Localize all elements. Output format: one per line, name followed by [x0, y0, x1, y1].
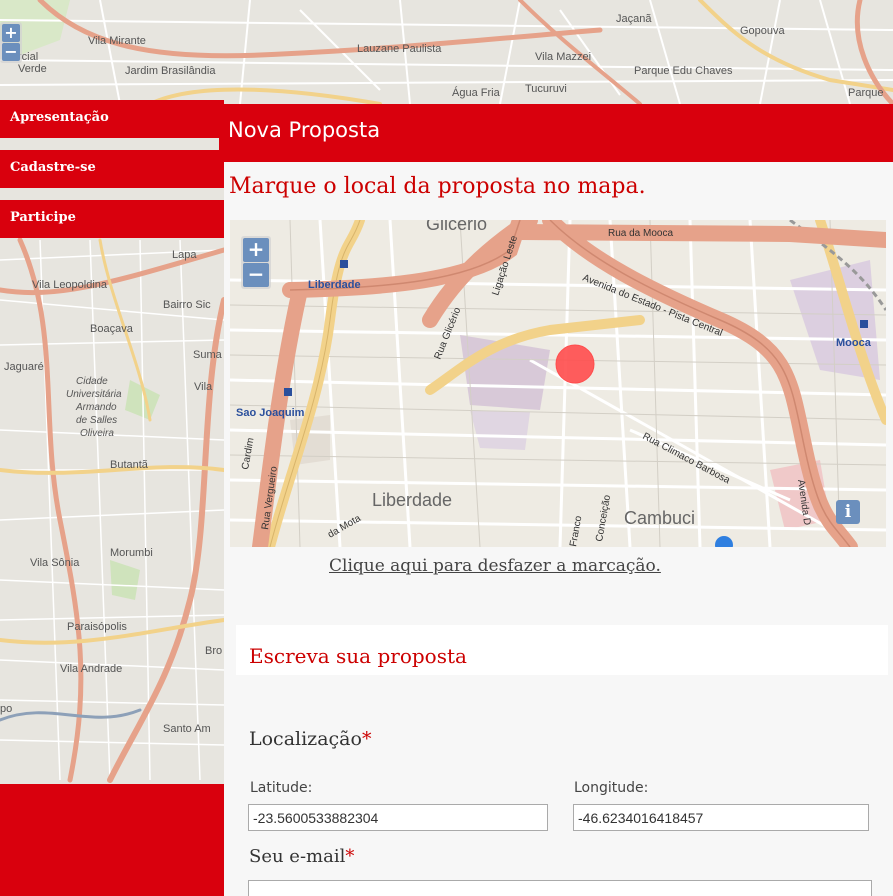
bg-place-label: Tucuruvi: [525, 83, 567, 95]
bg-campus-label: Universitária: [66, 389, 122, 400]
location-label-text: Localização: [249, 728, 362, 750]
bg-place-label: Vila: [194, 381, 213, 393]
map-info-button[interactable]: i: [836, 500, 860, 524]
bg-place-label: Bro: [205, 645, 222, 657]
section-title: Escreva sua proposta: [249, 644, 467, 668]
required-asterisk: *: [345, 846, 355, 867]
nav-item-participe[interactable]: Participe: [0, 200, 224, 238]
bg-campus-label: de Salles: [76, 415, 117, 426]
bg-zoom-out-button[interactable]: −: [2, 43, 20, 61]
zoom-in-button[interactable]: +: [243, 238, 269, 262]
bg-place-label: Lapa: [172, 249, 197, 261]
bg-place-label: Parque: [848, 87, 883, 99]
bg-campus-label: Oliveira: [80, 428, 114, 439]
bg-place-label: Butantã: [110, 459, 149, 471]
bg-place-label: Suma: [193, 349, 223, 361]
latitude-label: Latitude:: [250, 780, 313, 796]
nav-footer-block: [0, 784, 224, 896]
map-station-label: Sao Joaquim: [236, 407, 305, 419]
email-input[interactable]: [248, 880, 872, 896]
nav-item-cadastre-se[interactable]: Cadastre-se: [0, 150, 224, 188]
bg-place-label: Vila Sônia: [30, 557, 80, 569]
map-district-label: Cambuci: [624, 508, 695, 528]
latitude-input[interactable]: [248, 804, 548, 831]
proposal-map-canvas[interactable]: Liberdade Sao Joaquim Mooca Liberdade Ca…: [230, 220, 886, 547]
nav-item-label: Cadastre-se: [10, 160, 96, 175]
map-station-label: Mooca: [836, 337, 872, 349]
bg-campus-label: Armando: [75, 402, 117, 413]
panel-title: Nova Proposta: [228, 118, 381, 142]
email-field-label: Seu e-mail*: [249, 846, 354, 867]
bg-place-label: Vila Leopoldina: [32, 279, 108, 291]
bg-place-label: Jardim Brasilândia: [125, 65, 216, 77]
bg-place-label: Parque Edu Chaves: [634, 65, 733, 77]
panel-header: Nova Proposta: [219, 104, 893, 162]
zoom-out-button[interactable]: −: [243, 263, 269, 287]
nav-item-label: Participe: [10, 210, 76, 225]
map-instruction: Marque o local da proposta no mapa.: [229, 174, 646, 199]
bg-zoom-in-button[interactable]: +: [2, 24, 20, 42]
bg-place-label: Água Fria: [452, 86, 501, 99]
bg-place-label: Santo Am: [163, 723, 211, 735]
bg-place-label: Vila Mazzei: [535, 51, 591, 63]
bg-place-label: Gopouva: [740, 25, 786, 37]
bg-place-label: Morumbi: [110, 547, 153, 559]
email-label-text: Seu e-mail: [249, 846, 346, 867]
location-field-label: Localização*: [249, 728, 371, 750]
map-street-label: Glicerio: [426, 220, 487, 234]
bg-place-label: Jaçanã: [616, 13, 652, 25]
longitude-label: Longitude:: [574, 780, 649, 796]
map-district-label: Liberdade: [372, 490, 452, 510]
proposal-location-map[interactable]: Liberdade Sao Joaquim Mooca Liberdade Ca…: [230, 220, 886, 547]
bg-campus-label: Cidade: [76, 376, 108, 387]
bg-map-zoom-control: + −: [0, 22, 22, 63]
required-asterisk: *: [361, 728, 372, 750]
bg-place-label: Vila Andrade: [60, 663, 122, 675]
map-street-label: Rua da Mooca: [608, 228, 673, 239]
bg-place-label: Boaçava: [90, 323, 134, 335]
bg-place-label: Vila Mirante: [88, 35, 146, 47]
bg-place-label: Jaguaré: [4, 361, 44, 373]
nav-item-label: Apresentação: [10, 110, 109, 125]
bg-place-label: Bairro Sic: [163, 299, 211, 311]
undo-marker-link[interactable]: Clique aqui para desfazer a marcação.: [329, 556, 661, 576]
bg-partial-label: Verde: [18, 63, 47, 75]
map-station-label: Liberdade: [308, 279, 361, 291]
nav-item-apresentacao[interactable]: Apresentação: [0, 100, 224, 138]
bg-place-label: Paraisópolis: [67, 621, 127, 633]
bg-place-label: po: [0, 703, 12, 715]
bg-place-label: Lauzane Paulista: [357, 43, 442, 55]
longitude-input[interactable]: [573, 804, 869, 831]
map-zoom-control: + −: [241, 236, 271, 289]
location-marker[interactable]: [555, 344, 595, 384]
